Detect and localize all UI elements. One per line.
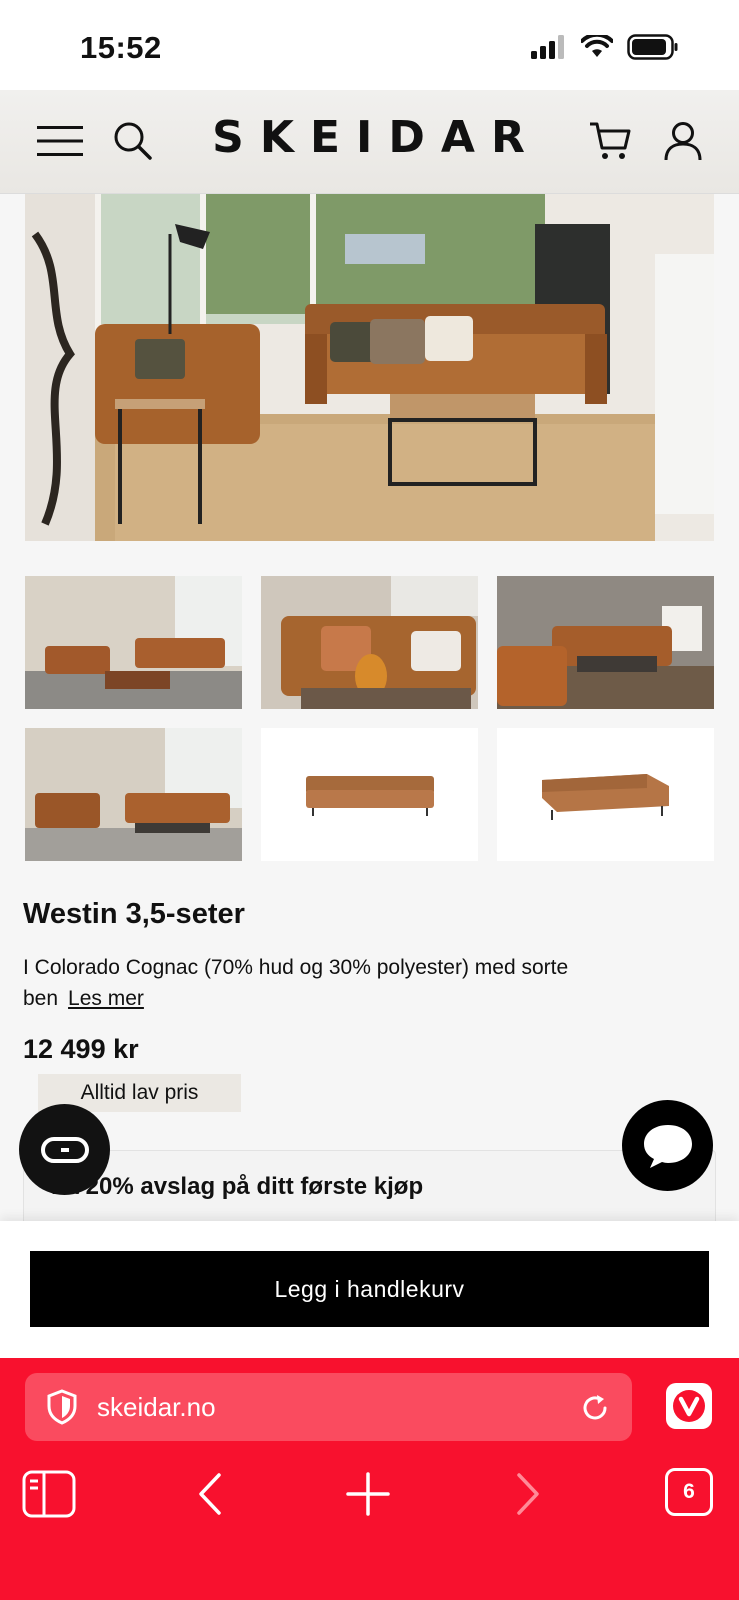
chat-bubble-icon <box>643 1124 692 1168</box>
promo-banner[interactable]: Få 20% avslag på ditt første kjøp <box>23 1150 716 1221</box>
gallery-thumbnail[interactable] <box>497 576 714 709</box>
account-button[interactable] <box>658 116 708 166</box>
url-text[interactable]: skeidar.no <box>97 1392 216 1423</box>
site-header: SKEIDAR <box>0 90 739 194</box>
read-more-link[interactable]: Les mer <box>68 987 144 1010</box>
reload-icon[interactable] <box>580 1393 610 1423</box>
chat-button[interactable] <box>622 1100 713 1191</box>
gallery-thumbnail[interactable] <box>25 576 242 709</box>
thumbnail-image <box>25 576 242 709</box>
thumbnail-image <box>542 774 669 820</box>
gallery-thumbnail[interactable] <box>25 728 242 861</box>
thumbnail-image <box>261 576 478 709</box>
gallery-thumbnail[interactable] <box>261 728 478 861</box>
thumbnail-image <box>25 728 242 861</box>
tab-switcher-button[interactable]: 6 <box>665 1468 713 1516</box>
chevron-right-icon <box>517 1473 539 1515</box>
shield-icon[interactable] <box>47 1389 77 1425</box>
product-description: I Colorado Cognac (70% hud og 30% polyes… <box>23 952 583 1014</box>
gallery-thumbnail[interactable] <box>497 728 714 861</box>
plus-icon <box>346 1472 390 1516</box>
status-icons <box>531 34 679 60</box>
user-icon <box>664 122 702 161</box>
forward-button[interactable] <box>498 1464 558 1524</box>
thumbnail-image <box>497 576 714 709</box>
product-page: Westin 3,5-seter I Colorado Cognac (70% … <box>0 194 739 1221</box>
vivaldi-menu-button[interactable] <box>666 1383 712 1429</box>
new-tab-button[interactable] <box>338 1464 398 1524</box>
gallery-thumbnail[interactable] <box>261 576 478 709</box>
thumbnail-image <box>306 776 434 816</box>
add-to-cart-bar: Legg i handlekurv <box>0 1221 739 1358</box>
hero-photo <box>25 194 714 541</box>
back-button[interactable] <box>180 1464 240 1524</box>
battery-icon <box>627 34 678 60</box>
vivaldi-icon <box>673 1390 705 1422</box>
product-title: Westin 3,5-seter <box>23 898 245 930</box>
wifi-icon <box>581 35 613 57</box>
browser-toolbar: skeidar.no 6 <box>0 1358 739 1600</box>
cart-button[interactable] <box>585 116 635 166</box>
status-bar: 15:52 <box>0 0 739 90</box>
cart-icon <box>590 122 631 159</box>
promo-text: Få 20% avslag på ditt første kjøp <box>51 1173 424 1200</box>
panels-button[interactable] <box>19 1464 79 1524</box>
link-icon <box>40 1136 89 1163</box>
chevron-left-icon <box>199 1473 221 1515</box>
status-time: 15:52 <box>80 30 162 65</box>
hero-image[interactable] <box>25 194 714 541</box>
panel-icon <box>22 1470 76 1518</box>
address-bar[interactable]: skeidar.no <box>25 1373 632 1441</box>
add-to-cart-button[interactable]: Legg i handlekurv <box>30 1251 709 1327</box>
accessibility-button[interactable] <box>19 1104 110 1195</box>
signal-icon <box>531 35 564 59</box>
product-price: 12 499 kr <box>23 1034 139 1064</box>
